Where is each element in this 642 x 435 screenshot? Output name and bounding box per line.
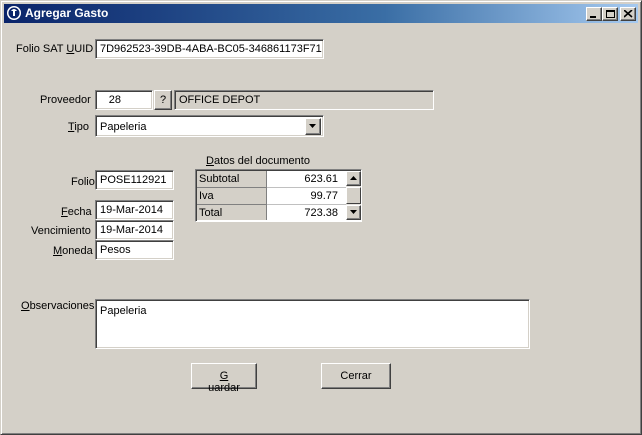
folio-label: Folio	[71, 176, 95, 188]
grid-row-value[interactable]: 623.61	[267, 171, 346, 188]
vencimiento-label: Vencimiento	[31, 225, 91, 237]
chevron-down-icon	[309, 124, 316, 128]
maximize-icon	[606, 10, 615, 18]
grid-row-label: Subtotal	[197, 171, 267, 188]
grid-row-value[interactable]: 723.38	[267, 205, 346, 220]
datos-documento-label: Datos del documento	[206, 155, 310, 167]
close-icon	[624, 10, 633, 18]
fecha-label: Fecha	[61, 206, 92, 218]
fecha-field[interactable]: 19-Mar-2014	[95, 200, 174, 220]
window-title: Agregar Gasto	[25, 6, 109, 20]
maximize-button[interactable]	[602, 7, 618, 21]
minimize-icon	[590, 16, 596, 18]
grid-row-label: Iva	[197, 188, 267, 205]
observaciones-textarea[interactable]: Papeleria	[95, 299, 530, 349]
scroll-thumb[interactable]	[346, 187, 361, 204]
moneda-field[interactable]: Pesos	[95, 240, 174, 260]
cerrar-button[interactable]: Cerrar	[321, 363, 391, 389]
moneda-label: Moneda	[53, 245, 93, 257]
agregar-gasto-window: Agregar Gasto Folio SAT UUID 7D962523-39…	[0, 0, 642, 435]
vencimiento-field[interactable]: 19-Mar-2014	[95, 220, 174, 240]
proveedor-name-field: OFFICE DEPOT	[174, 90, 434, 110]
tipo-select[interactable]: Papeleria	[95, 115, 324, 137]
tipo-label: Tipo	[68, 121, 89, 133]
proveedor-id-field[interactable]: 28	[95, 90, 153, 110]
title-bar[interactable]: Agregar Gasto	[4, 4, 638, 23]
minimize-button[interactable]	[586, 7, 602, 21]
proveedor-lookup-button[interactable]: ?	[154, 90, 172, 110]
grid-row-iva[interactable]: Iva 99.77	[197, 188, 346, 205]
proveedor-label: Proveedor	[40, 94, 91, 106]
tipo-dropdown-button[interactable]	[305, 118, 321, 135]
observaciones-label: Observaciones	[21, 300, 95, 312]
grid-row-subtotal[interactable]: Subtotal 623.61	[197, 171, 346, 188]
grid-row-value[interactable]: 99.77	[267, 188, 346, 205]
grid-scrollbar[interactable]	[346, 171, 361, 220]
folio-field[interactable]: POSE112921	[95, 170, 174, 190]
scroll-down-button[interactable]	[346, 205, 361, 220]
close-button[interactable]	[620, 7, 636, 21]
arrow-up-icon	[350, 176, 357, 180]
grid-row-total[interactable]: Total 723.38	[197, 205, 346, 220]
grid-row-label: Total	[197, 205, 267, 220]
tipo-selected-value: Papeleria	[100, 121, 147, 133]
arrow-down-icon	[350, 210, 357, 214]
guardar-button[interactable]: Guardar	[191, 363, 257, 394]
folio-sat-field[interactable]: 7D962523-39DB-4ABA-BC05-346861173F71	[95, 39, 324, 59]
scroll-up-button[interactable]	[346, 171, 361, 186]
datos-documento-grid[interactable]: Subtotal 623.61 Iva 99.77 Total 723.38	[195, 169, 362, 222]
folio-sat-label: Folio SAT UUID	[16, 43, 94, 55]
app-logo-icon	[6, 5, 22, 21]
